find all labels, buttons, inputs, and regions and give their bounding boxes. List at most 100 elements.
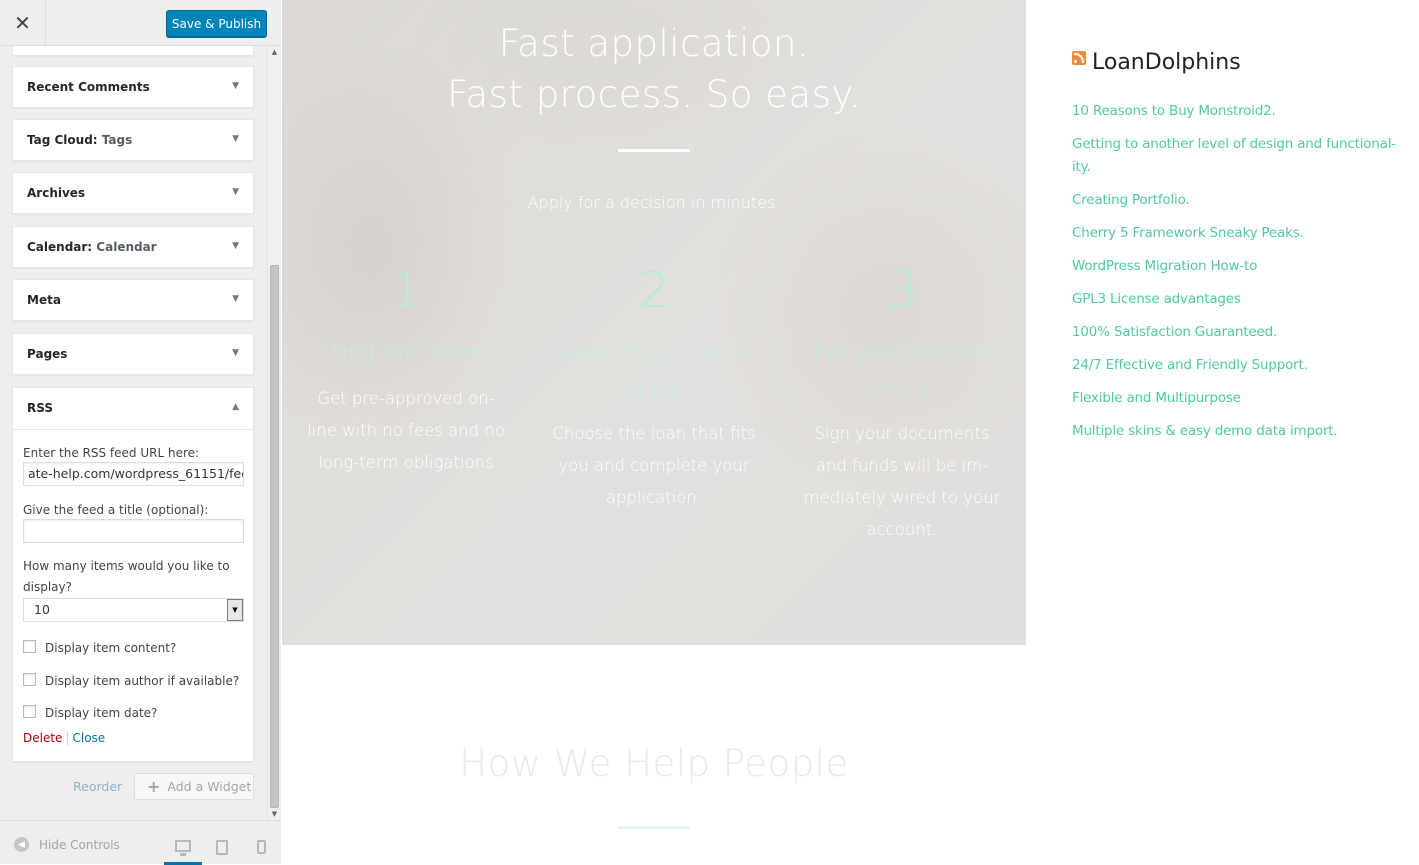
feed-title-label: Give the feed a title (optional):	[23, 503, 209, 517]
chevron-down-icon[interactable]: ▼	[227, 599, 243, 621]
preview-mobile-button[interactable]	[242, 829, 280, 865]
feed-title-input[interactable]	[23, 519, 244, 543]
step-text: Get pre-approved on-line with no fees an…	[307, 389, 505, 472]
widget-title: Calendar: Calendar	[27, 240, 157, 254]
widget-rss: RSS ▲ Enter the RSS feed URL here: ate-h…	[12, 387, 254, 762]
section-title: How We Help People	[459, 742, 849, 785]
checkbox[interactable]	[23, 640, 36, 653]
expand-arrow-icon[interactable]: ▼	[232, 241, 239, 251]
option-label: Display item date?	[45, 706, 158, 720]
step-2: 2 Select Your Loan & Apply Choose the lo…	[551, 258, 757, 514]
scrollbar[interactable]: ▲ ▼	[267, 46, 281, 820]
widget-pages[interactable]: Pages ▼	[12, 333, 254, 375]
desktop-icon	[175, 839, 191, 856]
expand-arrow-icon[interactable]: ▼	[232, 81, 239, 91]
collapse-arrow-icon[interactable]: ▲	[232, 402, 239, 412]
rss-link[interactable]: 10 Reasons to Buy Monstroid2.	[1072, 100, 1402, 123]
option-label: Display item content?	[45, 641, 177, 655]
widget-title: RSS	[27, 401, 53, 415]
widget-title: Pages	[27, 347, 68, 361]
rss-widget-title[interactable]: LoanDolphins	[1092, 50, 1241, 75]
close-customizer-button[interactable]: ✕	[0, 0, 46, 46]
widget-title: Archives	[27, 186, 86, 200]
hero-title-line: Fast process. So easy.	[447, 73, 861, 116]
plus-icon: +	[147, 777, 161, 796]
save-publish-button[interactable]: Save & Publish	[166, 10, 267, 37]
checkbox[interactable]	[23, 673, 36, 686]
expand-arrow-icon[interactable]: ▼	[232, 134, 239, 144]
rss-link[interactable]: Getting to another level of design and f…	[1072, 133, 1402, 179]
mobile-icon	[256, 840, 266, 854]
step-number: 2	[638, 261, 670, 319]
hero-subtitle: Apply for a decision in minutes.	[527, 193, 781, 212]
widget-actions: Delete | Close	[23, 731, 105, 745]
rss-link[interactable]: Creating Portfolio.	[1072, 189, 1402, 212]
rss-link[interactable]: Multiple skins & easy demo data import.	[1072, 420, 1402, 443]
arrow-left-icon: ◀	[14, 837, 29, 852]
rss-link[interactable]: Flexible and Multipurpose	[1072, 387, 1402, 410]
add-widget-label: Add a Widget	[167, 779, 252, 794]
rss-widget-preview: LoanDolphins 10 Reasons to Buy Monstroid…	[1072, 44, 1402, 453]
scrollbar-thumb[interactable]	[270, 265, 279, 808]
close-link[interactable]: Close	[72, 731, 105, 745]
add-widget-button[interactable]: + Add a Widget	[134, 773, 254, 800]
step-text: Choose the loan that fits you and comple…	[552, 424, 756, 507]
customizer-header: ✕ Save & Publish	[0, 0, 281, 46]
expand-arrow-icon[interactable]: ▼	[232, 348, 239, 358]
hero-title: Fast application. Fast process. So easy.	[282, 18, 1026, 120]
widget-tag-cloud[interactable]: Tag Cloud: Tags ▼	[12, 119, 254, 161]
rss-link[interactable]: GPL3 License advantages	[1072, 288, 1402, 311]
items-count-select[interactable]: 10 ▼	[23, 598, 244, 622]
items-count-label: How many items would you like to	[23, 559, 230, 573]
scroll-down-arrow-icon[interactable]: ▼	[268, 808, 281, 820]
section-divider	[618, 826, 690, 829]
rss-link[interactable]: WordPress Migration How-to	[1072, 255, 1402, 278]
widget-archives[interactable]: Archives ▼	[12, 172, 254, 214]
step-3: 3 Put your e-signa-ture in Sign your doc…	[799, 258, 1005, 546]
expand-arrow-icon[interactable]: ▼	[232, 187, 239, 197]
option-label: Display item author if available?	[45, 674, 240, 688]
step-1: 1 Find Your Rate Get pre-approved on-lin…	[303, 258, 509, 479]
reorder-link[interactable]: Reorder	[73, 779, 122, 794]
expand-arrow-icon[interactable]: ▼	[232, 294, 239, 304]
delete-link[interactable]: Delete	[23, 731, 62, 745]
customizer-footer: ◀ Hide Controls	[0, 820, 281, 865]
widget-title: Tag Cloud: Tags	[27, 133, 133, 147]
widget-calendar[interactable]: Calendar: Calendar ▼	[12, 226, 254, 268]
hero-title-line: Fast application.	[498, 22, 810, 65]
items-count-label-2: display?	[23, 580, 72, 594]
rss-widget-heading: LoanDolphins	[1072, 44, 1402, 80]
widget-recent-comments[interactable]: Recent Comments ▼	[12, 66, 254, 108]
rss-feed-icon[interactable]	[1072, 51, 1086, 65]
hero-divider	[618, 149, 690, 152]
step-title: Select Your Loan & Apply	[555, 340, 753, 399]
hero-section: Fast application. Fast process. So easy.…	[282, 0, 1026, 645]
widget-list: Recent Comments ▼ Tag Cloud: Tags ▼ Arch…	[0, 46, 267, 820]
tablet-icon	[216, 839, 228, 855]
rss-link[interactable]: 24/7 Effective and Friendly Support.	[1072, 354, 1402, 377]
widget-title: Recent Comments	[27, 80, 150, 94]
step-text: Sign your documents and funds will be im…	[803, 424, 1001, 539]
hide-controls-button[interactable]: ◀ Hide Controls	[14, 837, 120, 852]
widget-meta[interactable]: Meta ▼	[12, 279, 254, 321]
step-title: Find Your Rate	[331, 340, 481, 364]
scroll-up-arrow-icon[interactable]: ▲	[268, 46, 281, 58]
hide-controls-label: Hide Controls	[39, 837, 120, 852]
step-number: 3	[886, 261, 918, 319]
separator: |	[65, 731, 70, 745]
widget-partial[interactable]	[12, 46, 254, 56]
rss-url-label: Enter the RSS feed URL here:	[23, 446, 200, 460]
widget-title: Meta	[27, 293, 61, 307]
rss-url-input[interactable]: ate-help.com/wordpress_61151/feed	[23, 462, 244, 486]
items-count-value: 10	[34, 602, 50, 617]
preview-tablet-button[interactable]	[203, 829, 241, 865]
rss-link[interactable]: Cherry 5 Framework Sneaky Peaks.	[1072, 222, 1402, 245]
rss-link-list: 10 Reasons to Buy Monstroid2. Getting to…	[1072, 100, 1402, 443]
step-title: Put your e-signa-ture in	[812, 340, 992, 399]
step-number: 1	[390, 261, 422, 319]
preview-desktop-button[interactable]	[164, 829, 202, 865]
rss-widget-header[interactable]: RSS ▲	[13, 388, 253, 430]
rss-link[interactable]: 100% Satisfaction Guaranteed.	[1072, 321, 1402, 344]
customizer-sidebar: ✕ Save & Publish Recent Comments ▼ Tag C…	[0, 0, 281, 865]
checkbox[interactable]	[23, 705, 36, 718]
